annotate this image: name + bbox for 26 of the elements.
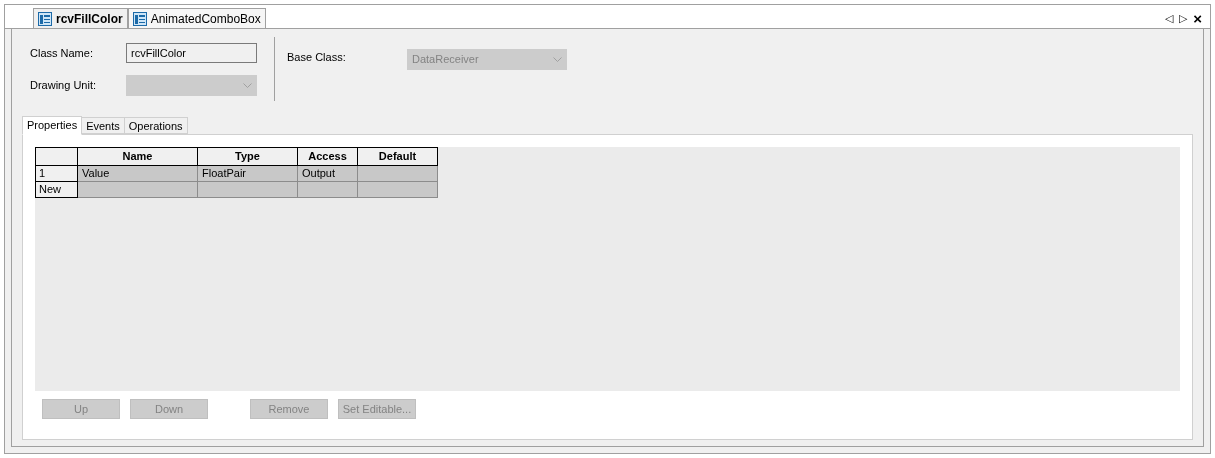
column-header: Name bbox=[78, 148, 198, 166]
caret-icon bbox=[243, 83, 252, 88]
column-header: Default bbox=[358, 148, 438, 166]
tab[interactable]: Operations bbox=[124, 117, 188, 134]
field-label: Base Class: bbox=[287, 50, 347, 65]
class-icon bbox=[38, 11, 52, 26]
column-header: Type bbox=[198, 148, 298, 166]
row-header: New bbox=[36, 182, 78, 198]
close-button[interactable]: × bbox=[1193, 10, 1202, 26]
column-header: Access bbox=[298, 148, 358, 166]
tab[interactable]: Events bbox=[82, 117, 125, 134]
tab[interactable]: Properties bbox=[22, 116, 83, 135]
class-icon bbox=[132, 11, 147, 26]
table-cell: FloatPair bbox=[198, 166, 298, 182]
scroll-right-button[interactable]: ▷ bbox=[1179, 12, 1188, 24]
class-name-field[interactable]: rcvFillColor bbox=[126, 43, 257, 63]
table-cell bbox=[298, 182, 358, 198]
document-tab[interactable]: AnimatedComboBox bbox=[127, 8, 266, 28]
document-tab[interactable]: rcvFillColor bbox=[33, 8, 128, 28]
field-label: Drawing Unit: bbox=[29, 78, 98, 94]
table-cell: Value bbox=[78, 166, 198, 182]
field-label: Class Name: bbox=[29, 45, 94, 61]
scroll-left-button[interactable]: ◁ bbox=[1165, 12, 1174, 24]
row-header: 1 bbox=[36, 166, 78, 182]
table-cell: Output bbox=[298, 166, 358, 182]
caret-icon bbox=[553, 57, 562, 62]
